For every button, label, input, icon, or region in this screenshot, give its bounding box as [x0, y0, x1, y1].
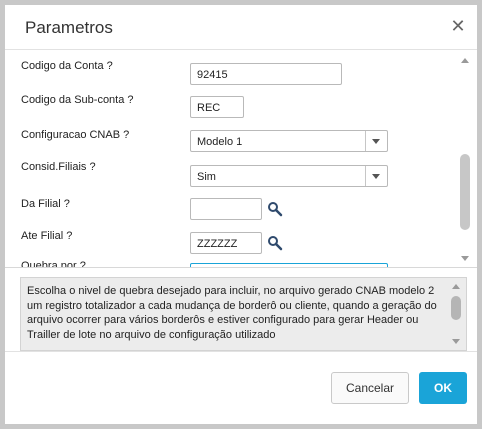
consid-label: Consid.Filiais ?: [21, 161, 96, 173]
help-box: Escolha o nivel de quebra desejado para …: [20, 277, 467, 351]
da-filial-label: Da Filial ?: [21, 198, 70, 210]
ate-filial-label: Ate Filial ?: [21, 230, 73, 242]
da-filial-input[interactable]: [190, 198, 262, 220]
dialog-footer: Cancelar OK: [5, 351, 477, 424]
cnab-select-value: Modelo 1: [197, 136, 243, 148]
help-text: Escolha o nivel de quebra desejado para …: [27, 285, 437, 341]
chevron-down-icon[interactable]: [365, 131, 387, 151]
ok-button[interactable]: OK: [419, 372, 467, 404]
title-bar: Parametros ✕: [5, 5, 477, 50]
subconta-label: Codigo da Sub-conta ?: [21, 94, 134, 106]
ate-filial-input[interactable]: ZZZZZZ: [190, 232, 262, 254]
scroll-thumb[interactable]: [451, 296, 461, 320]
dialog-frame: Parametros ✕ Codigo da Conta ? 92415 Cod…: [0, 0, 482, 429]
dialog-title: Parametros: [25, 18, 113, 37]
scroll-up-icon[interactable]: [452, 284, 460, 289]
search-icon[interactable]: [267, 201, 283, 217]
cancel-button[interactable]: Cancelar: [331, 372, 409, 404]
subconta-input[interactable]: REC: [190, 96, 244, 118]
consid-select-value: Sim: [197, 171, 216, 183]
parameters-scrollbar[interactable]: [459, 56, 471, 263]
close-icon[interactable]: ✕: [449, 17, 467, 35]
search-icon[interactable]: [267, 235, 283, 251]
scroll-down-icon[interactable]: [461, 256, 469, 261]
quebra-select[interactable]: [190, 263, 388, 267]
help-scrollbar[interactable]: [450, 282, 462, 346]
chevron-down-icon[interactable]: [365, 166, 387, 186]
scroll-up-icon[interactable]: [461, 58, 469, 63]
conta-input[interactable]: 92415: [190, 63, 342, 85]
cnab-label: Configuracao CNAB ?: [21, 129, 130, 141]
parameters-panel[interactable]: Codigo da Conta ? 92415 Codigo da Sub-co…: [5, 50, 477, 268]
scroll-down-icon[interactable]: [452, 339, 460, 344]
quebra-label: Quebra por ?: [21, 260, 86, 268]
cnab-select[interactable]: Modelo 1: [190, 130, 388, 152]
scroll-thumb[interactable]: [460, 154, 470, 230]
consid-select[interactable]: Sim: [190, 165, 388, 187]
conta-label: Codigo da Conta ?: [21, 60, 113, 72]
parametros-dialog: Parametros ✕ Codigo da Conta ? 92415 Cod…: [5, 5, 477, 424]
